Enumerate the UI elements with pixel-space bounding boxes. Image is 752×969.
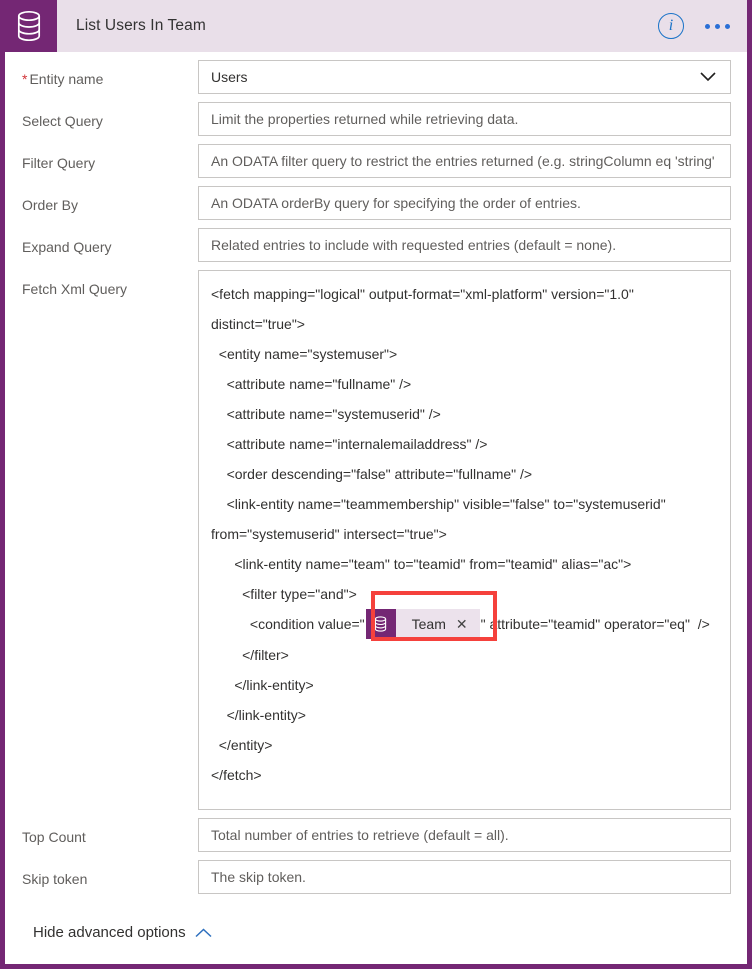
order-by-placeholder: An ODATA orderBy query for specifying th… <box>211 195 581 211</box>
team-token-label: Team <box>411 616 446 633</box>
expand-query-input[interactable]: Related entries to include with requeste… <box>198 228 731 262</box>
skip-token-placeholder: The skip token. <box>211 869 306 885</box>
field-row-skip-token: Skip token The skip token. <box>5 860 747 894</box>
expand-query-placeholder: Related entries to include with requeste… <box>211 237 617 253</box>
xml-line: <entity name="systemuser"> <box>211 346 398 362</box>
hide-advanced-options-button[interactable]: Hide advanced options <box>5 902 747 941</box>
field-row-select-query: Select Query Limit the properties return… <box>5 102 747 136</box>
field-row-entity-name: * Entity name Users <box>5 60 747 94</box>
entity-name-dropdown[interactable]: Users <box>198 60 731 94</box>
top-count-input[interactable]: Total number of entries to retrieve (def… <box>198 818 731 852</box>
expand-query-label: Expand Query <box>22 239 112 255</box>
database-icon <box>365 609 396 640</box>
xml-line: <link-entity name="teammembership" visib… <box>211 496 670 542</box>
header-actions: i <box>658 13 747 39</box>
xml-line-condition: <condition value=" Team ✕ " attribute="team… <box>211 609 718 640</box>
xml-line: <order descending="false" attribute="ful… <box>211 466 533 482</box>
top-count-label: Top Count <box>22 829 86 845</box>
field-row-order-by: Order By An ODATA orderBy query for spec… <box>5 186 747 220</box>
entity-name-value: Users <box>211 69 248 85</box>
xml-line: </link-entity> <box>211 677 314 694</box>
field-row-filter-query: Filter Query An ODATA filter query to re… <box>5 144 747 178</box>
select-query-input[interactable]: Limit the properties returned while retr… <box>198 102 731 136</box>
info-icon[interactable]: i <box>658 13 684 39</box>
xml-line: </link-entity> <box>211 707 306 724</box>
skip-token-label: Skip token <box>22 871 88 887</box>
close-icon[interactable]: ✕ <box>456 617 480 631</box>
xml-line: <link-entity name="team" to="teamid" fro… <box>211 556 632 572</box>
xml-line: <attribute name="internalemailaddress" /… <box>211 436 488 452</box>
database-icon <box>5 0 57 52</box>
filter-query-placeholder: An ODATA filter query to restrict the en… <box>211 153 718 169</box>
xml-line: </entity> <box>211 737 273 754</box>
xml-line: </fetch> <box>211 767 262 784</box>
entity-name-label: * Entity name <box>22 71 104 87</box>
field-row-top-count: Top Count Total number of entries to ret… <box>5 818 747 852</box>
fetch-xml-query-input[interactable]: <fetch mapping="logical" output-format="… <box>198 270 731 810</box>
field-row-fetch-xml-query: Fetch Xml Query <fetch mapping="logical"… <box>5 270 747 810</box>
top-count-placeholder: Total number of entries to retrieve (def… <box>211 827 509 843</box>
xml-line: <fetch mapping="logical" output-format="… <box>211 286 638 332</box>
select-query-placeholder: Limit the properties returned while retr… <box>211 111 519 127</box>
filter-query-label: Filter Query <box>22 155 96 171</box>
chevron-up-icon <box>195 927 212 938</box>
order-by-label: Order By <box>22 197 79 213</box>
select-query-label: Select Query <box>22 113 103 129</box>
fetch-xml-query-label: Fetch Xml Query <box>22 281 128 297</box>
xml-line: <attribute name="systemuserid" /> <box>211 406 441 422</box>
xml-line: <filter type="and"> <box>211 586 357 602</box>
team-token-chip[interactable]: Team ✕ <box>365 609 480 640</box>
filter-query-input[interactable]: An ODATA filter query to restrict the en… <box>198 144 731 178</box>
skip-token-input[interactable]: The skip token. <box>198 860 731 894</box>
condition-prefix-text: <condition value=" <box>211 616 365 632</box>
xml-line: </filter> <box>211 647 289 664</box>
hide-advanced-options-label: Hide advanced options <box>33 924 186 941</box>
form-body: * Entity name Users Select Query Limit th… <box>5 52 747 941</box>
required-asterisk: * <box>22 71 28 87</box>
xml-line: <attribute name="fullname" /> <box>211 376 412 392</box>
page-title: List Users In Team <box>76 17 206 34</box>
field-row-expand-query: Expand Query Related entries to include … <box>5 228 747 262</box>
ellipsis-icon[interactable] <box>703 18 732 35</box>
card-header: List Users In Team i <box>5 0 747 52</box>
action-card: List Users In Team i * Entity name Users … <box>0 0 752 969</box>
chevron-down-icon <box>700 72 716 82</box>
condition-suffix-text: " attribute="teamid" operator="eq" /> <box>480 616 710 632</box>
order-by-input[interactable]: An ODATA orderBy query for specifying th… <box>198 186 731 220</box>
